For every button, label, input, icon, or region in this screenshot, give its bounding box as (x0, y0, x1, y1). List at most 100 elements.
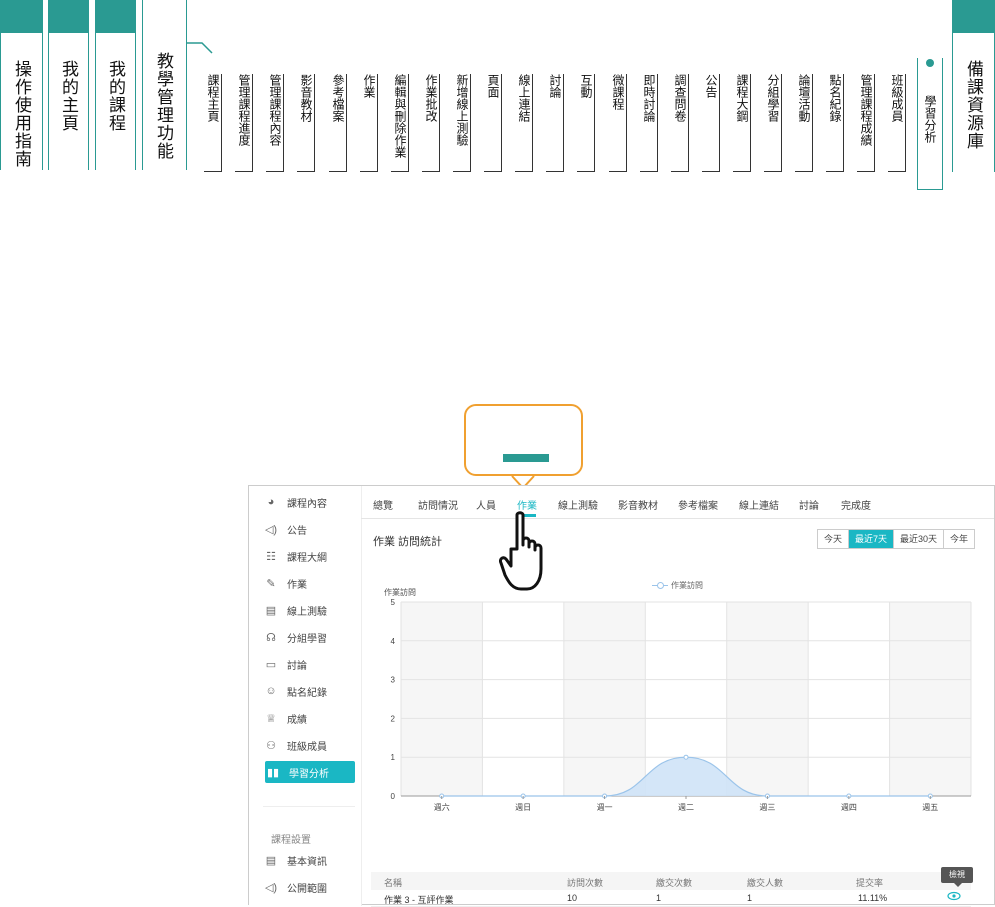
subnav-item-19[interactable]: 論壇活動 (797, 74, 811, 122)
subnav-item-21[interactable]: 管理課程成績 (859, 74, 873, 146)
chart-legend[interactable]: 作業訪問 (652, 580, 703, 591)
sidebar-item-label: 點名紀錄 (287, 687, 327, 699)
tab-0[interactable]: 總覽 (373, 497, 393, 512)
x-tick-label: 週四 (841, 803, 857, 812)
subnav-item-7[interactable]: 作業批改 (424, 74, 438, 122)
legend-label: 作業訪問 (671, 581, 703, 590)
settings-item-1[interactable]: ◁) 公開範圍 (263, 876, 355, 898)
sidebar-item-label: 作業 (287, 579, 307, 591)
subnav-item-6[interactable]: 編輯與刪除作業 (393, 74, 407, 158)
eye-icon[interactable] (947, 891, 961, 901)
sidebar-item-3[interactable]: ✎ 作業 (263, 572, 355, 594)
tab-my-courses[interactable]: 我的課程 (95, 0, 136, 170)
cell-submitters: 1 (747, 893, 753, 903)
subnav-item-22[interactable]: 班級成員 (890, 74, 904, 122)
subnav-item-18[interactable]: 分組學習 (766, 74, 780, 122)
subnav-divider (346, 74, 347, 172)
sidebar-item-label: 討論 (287, 660, 307, 672)
subnav-foot (702, 171, 719, 172)
x-tick-label: 週六 (434, 802, 450, 812)
pointer-hand-icon (499, 511, 543, 591)
subnav-foot (671, 171, 688, 172)
tab-1[interactable]: 訪問情況 (418, 497, 458, 512)
tab-teaching-management[interactable]: 教學管理功能 (142, 0, 187, 170)
range-button-2[interactable]: 最近30天 (892, 530, 943, 548)
subnav-foot (888, 171, 905, 172)
y-tick-label: 1 (391, 753, 396, 762)
subnav-foot (391, 171, 408, 172)
subnav-item-5[interactable]: 作業 (362, 74, 376, 98)
subnav-divider (501, 74, 502, 172)
subnav-item-17[interactable]: 課程大鋼 (735, 74, 749, 122)
sidebar-item-2[interactable]: ☷ 課程大綱 (263, 545, 355, 567)
subnav-item-12[interactable]: 互動 (579, 74, 593, 98)
subnav-foot (609, 171, 626, 172)
sidebar-item-8[interactable]: ♕ 成績 (263, 707, 355, 729)
sidebar-item-4[interactable]: ▤ 線上測驗 (263, 599, 355, 621)
sidebar-item-0[interactable]: ◕ 課程內容 (263, 491, 355, 513)
subnav-foot (453, 171, 470, 172)
subnav-item-13[interactable]: 微課程 (611, 74, 625, 110)
subnav-item-4[interactable]: 參考檔案 (331, 74, 345, 122)
subnav-foot (360, 171, 377, 172)
x-tick-label: 週日 (515, 803, 531, 812)
subnav-foot (422, 171, 439, 172)
subnav-item-8[interactable]: 新增線上測驗 (455, 74, 469, 146)
tab-resource-library[interactable]: 備課資源庫 (952, 0, 995, 172)
sidebar-item-label: 學習分析 (289, 768, 329, 780)
tab-2[interactable]: 人員 (476, 497, 496, 512)
subnav-item-3[interactable]: 影音教材 (299, 74, 313, 122)
subnav-divider (594, 74, 595, 172)
active-box (917, 58, 943, 190)
sidebar-item-5[interactable]: ☊ 分組學習 (263, 626, 355, 648)
sidebar-item-1[interactable]: ◁) 公告 (263, 518, 355, 540)
tab-8[interactable]: 討論 (799, 497, 819, 512)
tab-4[interactable]: 線上測驗 (558, 497, 598, 512)
subnav-divider (252, 74, 253, 172)
subnav-foot (515, 171, 532, 172)
sidebar-item-label: 班級成員 (287, 741, 327, 753)
sidebar-item-9[interactable]: ⚇ 班級成員 (263, 734, 355, 756)
tab-3[interactable]: 作業 (517, 497, 537, 512)
tab-label: 我的主頁 (58, 60, 78, 132)
subnav-item-11[interactable]: 討論 (548, 74, 562, 98)
range-button-1[interactable]: 最近7天 (847, 530, 893, 548)
range-button-3[interactable]: 今年 (942, 530, 974, 548)
series-area (441, 757, 931, 796)
visits-chart: 0 1 2 3 4 5 週六 週日 週一 週二 週三 週四 週五 (391, 598, 972, 812)
subnav-item-16[interactable]: 公告 (704, 74, 718, 98)
tab-9[interactable]: 完成度 (841, 497, 871, 512)
range-button-0[interactable]: 今天 (818, 530, 848, 548)
tab-5[interactable]: 影音教材 (618, 497, 658, 512)
tab-7[interactable]: 線上連結 (739, 497, 779, 512)
subnav-item-10[interactable]: 線上連結 (517, 74, 531, 122)
subnav-foot (297, 171, 314, 172)
subnav-foot (857, 171, 874, 172)
table-header: 名稱 訪問次數 繳交次數 繳交人數 提交率 (371, 872, 971, 890)
subnav-divider (470, 74, 471, 172)
sidebar-item-6[interactable]: ▭ 討論 (263, 653, 355, 675)
subnav-item-0[interactable]: 課程主頁 (206, 74, 220, 122)
cell-submits: 1 (656, 893, 662, 903)
tab-cap (49, 0, 88, 33)
subnav-item-15[interactable]: 調查問卷 (673, 74, 687, 122)
sidebar-item-label: 課程大綱 (287, 552, 327, 564)
settings-item-0[interactable]: ▤ 基本資訊 (263, 849, 355, 871)
tab-user-guide[interactable]: 操作使用指南 (0, 0, 43, 170)
sidebar-item-10[interactable]: ▮▮ 學習分析 (265, 761, 355, 783)
date-range-selector: 今天 最近7天 最近30天 今年 (816, 529, 975, 549)
subnav-item-14[interactable]: 即時討論 (642, 74, 656, 122)
sidebar-divider (263, 806, 355, 807)
subnav-item-2[interactable]: 管理課程內容 (268, 74, 282, 146)
tab-6[interactable]: 參考檔案 (678, 497, 718, 512)
cell-rate: 11.11% (858, 893, 888, 903)
table-row[interactable]: 作業 3 - 互評作業 10 1 1 11.11% (371, 890, 971, 907)
subnav-item-20[interactable]: 點名紀錄 (828, 74, 842, 122)
subnav-item-1[interactable]: 管理課程進度 (237, 74, 251, 146)
subnav-item-9[interactable]: 頁面 (486, 74, 500, 98)
tab-label: 我的課程 (105, 60, 125, 132)
sidebar-item-7[interactable]: ☺ 點名紀錄 (263, 680, 355, 702)
sidebar: ◕ 課程內容 ◁) 公告 ☷ 課程大綱 ✎ 作業 ▤ 線上測驗 ☊ 分組學習 ▭ 討論 ☺ 點名紀錄 ♕ 成績 ⚇ 班… (249, 486, 362, 906)
tab-my-home[interactable]: 我的主頁 (48, 0, 89, 170)
analytics-window: ◕ 課程內容 ◁) 公告 ☷ 課程大綱 ✎ 作業 ▤ 線上測驗 ☊ 分組學習 ▭ 討論 ☺ 點名紀錄 ♕ 成績 ⚇ 班… (248, 485, 995, 907)
